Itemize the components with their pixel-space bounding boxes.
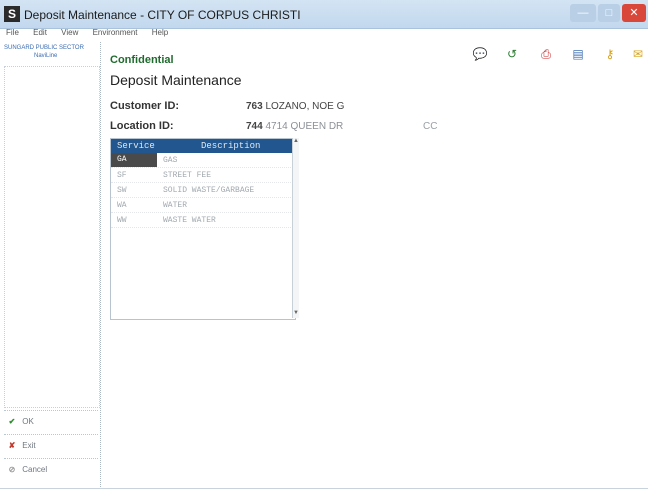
- menu-view[interactable]: View: [61, 28, 78, 37]
- check-icon: ✔: [8, 417, 16, 426]
- app-icon: S: [4, 6, 20, 22]
- brand-name: SUNGARD PUBLIC SECTOR: [4, 45, 84, 51]
- customer-name: LOZANO, NOE G: [265, 101, 345, 112]
- table-row[interactable]: GA GAS: [111, 153, 295, 168]
- location-id-label: Location ID:: [110, 120, 174, 132]
- service-code: SW: [117, 186, 127, 195]
- service-code: WW: [117, 216, 127, 225]
- customer-id-value: 763 LOZANO, NOE G: [246, 101, 344, 112]
- service-description: SOLID WASTE/GARBAGE: [163, 186, 255, 195]
- confidential-label: Confidential: [110, 54, 174, 66]
- exit-button[interactable]: ✘ Exit: [4, 434, 98, 457]
- service-code: WA: [117, 201, 127, 210]
- customer-id-label: Customer ID:: [110, 100, 180, 112]
- location-code: CC: [423, 121, 438, 132]
- location-id-value: 744 4714 QUEEN DR: [246, 121, 343, 132]
- refresh-icon[interactable]: ↺: [504, 46, 520, 62]
- customer-id: 763: [246, 101, 263, 112]
- status-divider: [0, 488, 648, 489]
- minimize-button[interactable]: —: [570, 4, 596, 22]
- chat-icon[interactable]: 💬: [472, 46, 488, 62]
- table-row[interactable]: SF STREET FEE: [111, 168, 295, 183]
- menu-file[interactable]: File: [6, 28, 19, 37]
- ok-button[interactable]: ✔ OK: [4, 410, 98, 433]
- key-icon[interactable]: ⚷: [602, 46, 618, 62]
- page-title: Deposit Maintenance: [110, 72, 242, 88]
- service-description: WATER: [163, 201, 188, 210]
- cancel-label: Cancel: [22, 465, 48, 474]
- service-description: WASTE WATER: [163, 216, 216, 225]
- service-code: GA: [111, 153, 157, 167]
- window-title: Deposit Maintenance - CITY OF CORPUS CHR…: [24, 8, 301, 22]
- menu-environment[interactable]: Environment: [93, 28, 138, 37]
- header-description[interactable]: Description: [201, 141, 260, 151]
- print-icon[interactable]: ⎙: [538, 46, 554, 62]
- brand-logo: SUNGARD PUBLIC SECTOR NaviLine: [4, 44, 84, 60]
- cancel-icon: ⊘: [8, 465, 16, 474]
- brand-sub: NaviLine: [34, 53, 58, 59]
- scroll-up-icon[interactable]: ▲: [293, 138, 299, 144]
- navigation-list[interactable]: [4, 66, 100, 408]
- table-scrollbar[interactable]: ▲ ▼: [292, 138, 299, 318]
- scroll-down-icon[interactable]: ▼: [293, 310, 299, 316]
- table-header: Service Description: [111, 139, 295, 153]
- service-code: SF: [117, 171, 127, 180]
- x-icon: ✘: [8, 441, 16, 450]
- ok-label: OK: [22, 417, 34, 426]
- table-row[interactable]: SW SOLID WASTE/GARBAGE: [111, 183, 295, 198]
- service-description: GAS: [163, 156, 178, 165]
- table-row[interactable]: WW WASTE WATER: [111, 213, 295, 228]
- menu-edit[interactable]: Edit: [33, 28, 47, 37]
- document-icon[interactable]: ▤: [570, 46, 586, 62]
- table-row[interactable]: WA WATER: [111, 198, 295, 213]
- service-description: STREET FEE: [163, 171, 212, 180]
- header-service[interactable]: Service: [117, 141, 155, 151]
- cancel-button[interactable]: ⊘ Cancel: [4, 458, 98, 481]
- menu-bar: File Edit View Environment Help: [0, 28, 648, 40]
- services-table: Service Description GA GAS SF STREET FEE…: [110, 138, 296, 320]
- mail-icon[interactable]: ✉: [630, 46, 646, 62]
- close-button[interactable]: ✕: [622, 4, 646, 22]
- exit-label: Exit: [22, 441, 36, 450]
- location-address: 4714 QUEEN DR: [265, 121, 344, 132]
- title-bar: S Deposit Maintenance - CITY OF CORPUS C…: [0, 0, 648, 29]
- location-id: 744: [246, 121, 263, 132]
- menu-help[interactable]: Help: [152, 28, 168, 37]
- maximize-button[interactable]: □: [598, 4, 620, 22]
